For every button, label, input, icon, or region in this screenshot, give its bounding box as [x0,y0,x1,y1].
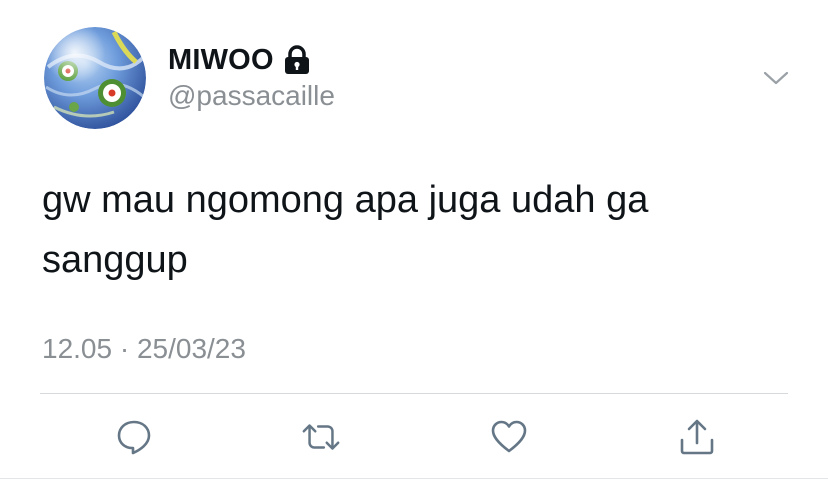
lock-icon [283,45,311,75]
avatar[interactable] [44,27,146,129]
tweet-text: gw mau ngomong apa juga udah ga sanggup [42,179,649,281]
heart-icon [491,420,527,453]
retweet-icon [302,424,340,450]
name-row: MIWOO [168,42,311,78]
share-button[interactable] [676,416,718,458]
tweet-timestamp[interactable]: 12.05 · 25/03/23 [42,333,246,365]
user-handle[interactable]: @passacaille [168,80,335,112]
reply-icon [117,420,151,455]
bottom-divider [0,478,828,479]
divider [40,393,788,394]
retweet-button[interactable] [300,416,342,458]
marble-avatar-icon [44,27,146,129]
chevron-down-icon[interactable] [760,64,792,92]
tweet-card: MIWOO @passacaille gw mau ngomong apa ju… [0,0,828,482]
like-button[interactable] [488,416,530,458]
share-icon [680,419,714,455]
reply-button[interactable] [113,416,155,458]
display-name[interactable]: MIWOO [168,44,274,77]
